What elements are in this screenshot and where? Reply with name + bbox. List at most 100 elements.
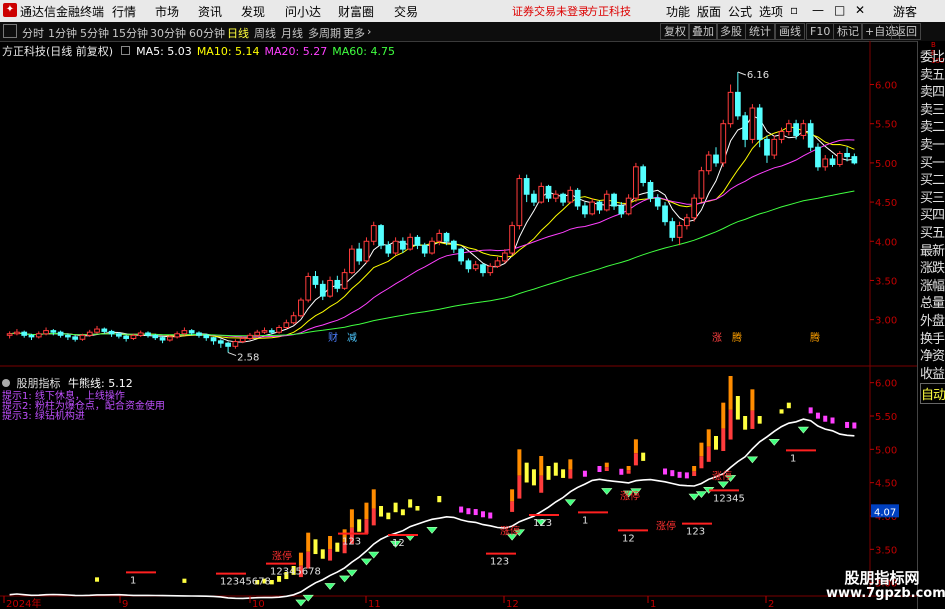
period-tab-2[interactable]: 5分钟: [80, 25, 109, 41]
layout-toggle-icon[interactable]: [3, 24, 17, 38]
price-ytick-label: 5.50: [875, 120, 897, 131]
side-item-8[interactable]: 买三: [920, 187, 945, 206]
side-item-16[interactable]: 换手: [920, 328, 945, 347]
candle-body: [341, 272, 348, 289]
indicator-bar: [393, 502, 398, 513]
side-item-17[interactable]: 净资: [920, 345, 945, 364]
side-item-2[interactable]: 卖四: [920, 81, 945, 100]
side-item-3[interactable]: 卖三: [920, 99, 945, 118]
side-item-14[interactable]: 总量: [920, 292, 945, 311]
side-item-6[interactable]: 买一: [920, 152, 945, 171]
side-item-7[interactable]: 买二: [920, 169, 945, 188]
side-item-4[interactable]: 卖二: [920, 116, 945, 135]
minimize-icon[interactable]: —: [812, 3, 824, 17]
side-item-11[interactable]: 最新: [920, 240, 945, 259]
toolbar-button-1[interactable]: 叠加: [688, 23, 718, 40]
ma-line-10: [9, 126, 855, 339]
candle-body: [174, 333, 180, 338]
toolbar-button-0[interactable]: 复权: [660, 23, 690, 40]
period-tab-1[interactable]: 1分钟: [48, 25, 77, 41]
top-right-item-2[interactable]: 公式: [728, 3, 752, 20]
top-right-item-1[interactable]: 版面: [697, 3, 721, 20]
kline-chart[interactable]: 6.005.505.004.504.003.503.006.162.58财减涨腾…: [0, 41, 917, 609]
side-item-0[interactable]: 委比: [920, 46, 945, 65]
menu-item-4[interactable]: 问小达: [285, 3, 321, 20]
skin-icon[interactable]: ▫: [790, 3, 798, 17]
toolbar-button-5[interactable]: F10: [806, 23, 835, 40]
period-tab-5[interactable]: 60分钟: [189, 25, 225, 41]
candle-body: [94, 328, 100, 333]
indicator-bar: [335, 542, 340, 552]
side-item-12[interactable]: 涨跌: [920, 257, 945, 276]
period-tab-0[interactable]: 分时: [22, 25, 44, 41]
indicator-bar: [546, 466, 551, 480]
side-item-15[interactable]: 外盘: [920, 310, 945, 329]
side-item-10[interactable]: 买五: [920, 222, 945, 241]
more-chevron-icon[interactable]: ›: [367, 25, 371, 38]
candle-body: [596, 201, 603, 211]
candle-body: [203, 334, 210, 339]
menu-item-6[interactable]: 交易: [394, 3, 418, 20]
candle-body: [480, 264, 486, 274]
side-item-19[interactable]: 自动: [920, 383, 945, 404]
candle-body: [829, 158, 836, 165]
menu-item-1[interactable]: 市场: [155, 3, 179, 20]
menu-item-3[interactable]: 发现: [241, 3, 265, 20]
app-title: 通达信金融终端: [20, 5, 105, 19]
event-tag-3: 腾: [732, 331, 742, 344]
candle-body: [137, 332, 144, 336]
candle-body: [145, 332, 151, 336]
candle-body: [538, 185, 545, 203]
period-tab-3[interactable]: 15分钟: [112, 25, 148, 41]
period-tab-10[interactable]: 更多: [343, 25, 365, 41]
menu-item-5[interactable]: 财富圈: [338, 3, 374, 20]
period-tab-8[interactable]: 月线: [281, 25, 303, 41]
period-tab-9[interactable]: 多周期: [308, 25, 341, 41]
close-icon[interactable]: ✕: [855, 3, 865, 17]
indicator-bar: [626, 466, 631, 471]
toolbar-button-3[interactable]: 统计: [745, 23, 775, 40]
indicator-bar: [743, 416, 748, 430]
candle-body: [370, 225, 377, 242]
candle-body: [276, 326, 282, 333]
current-value-label: 4.07: [874, 507, 896, 518]
side-item-9[interactable]: 买四: [920, 204, 945, 223]
side-item-1[interactable]: 卖五: [920, 64, 945, 83]
toolbar-button-8[interactable]: 返回: [891, 23, 921, 40]
top-right-item-3[interactable]: 选项: [759, 3, 783, 20]
candle-body: [239, 337, 246, 343]
indicator-bar: [714, 436, 718, 450]
toolbar-button-6[interactable]: 标记: [833, 23, 863, 40]
menu-item-2[interactable]: 资讯: [198, 3, 222, 20]
green-diamond-icon: [717, 481, 729, 489]
green-diamond-icon: [324, 583, 336, 590]
side-item-13[interactable]: 涨幅: [920, 275, 945, 294]
side-item-18[interactable]: 收益: [920, 363, 945, 382]
indicator-bar: [182, 578, 187, 583]
period-tab-7[interactable]: 周线: [254, 25, 276, 41]
broker-link[interactable]: 方正科技: [587, 3, 631, 19]
candle-body: [713, 154, 719, 164]
side-item-5[interactable]: 卖一: [920, 134, 945, 153]
top-right-item-0[interactable]: 功能: [666, 3, 690, 20]
candle-body: [778, 131, 785, 140]
menu-item-0[interactable]: 行情: [112, 3, 136, 20]
period-tab-6[interactable]: 日线: [227, 25, 249, 41]
ma-line-60: [9, 190, 855, 337]
toolbar-button-4[interactable]: 画线: [775, 23, 805, 40]
candle-body: [378, 225, 384, 246]
low-price-label: 2.58: [237, 353, 259, 364]
top-right-item-4[interactable]: 游客: [893, 3, 917, 20]
candle-body: [407, 236, 414, 250]
indicator-bar: [553, 462, 558, 476]
login-notice-link[interactable]: 证券交易未登录: [512, 3, 589, 19]
candle-body: [560, 193, 566, 203]
annotation-label-5: 123: [490, 557, 509, 568]
indicator-bar: [510, 489, 515, 502]
period-tab-4[interactable]: 30分钟: [150, 25, 186, 41]
xaxis-label-5: 1: [650, 599, 656, 609]
candle-body: [654, 197, 661, 207]
indicator-bar-pink: [845, 421, 850, 428]
maximize-icon[interactable]: □: [834, 3, 845, 17]
toolbar-button-2[interactable]: 多股: [716, 23, 746, 40]
